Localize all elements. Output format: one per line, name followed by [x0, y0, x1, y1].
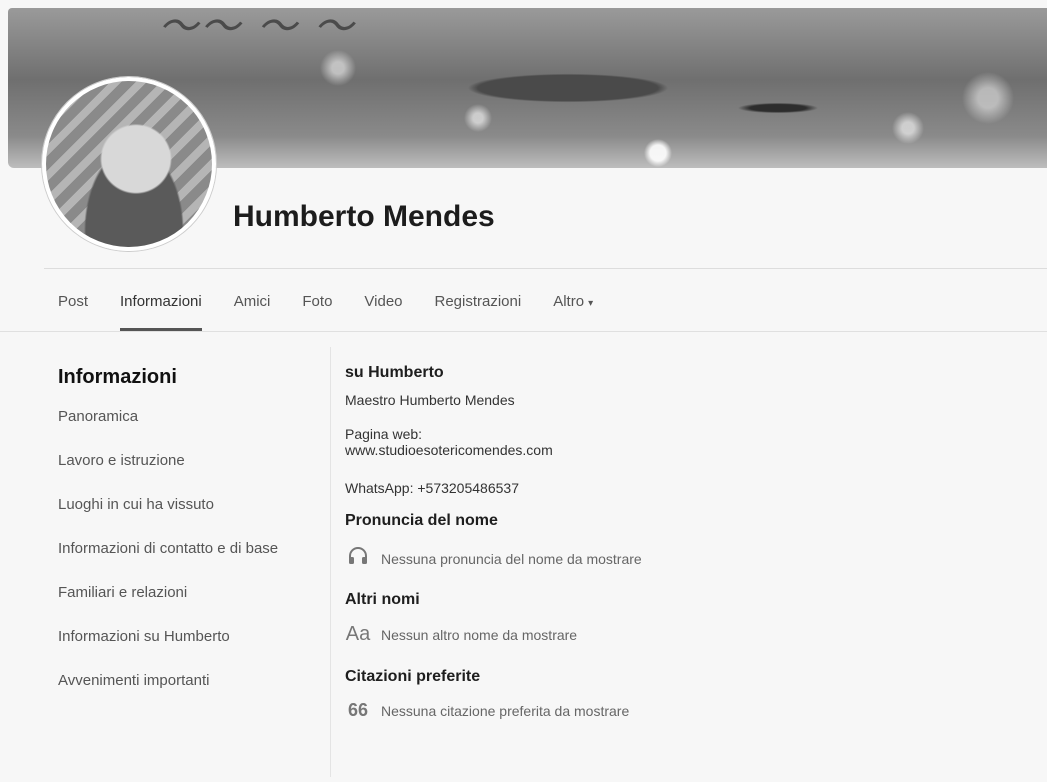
other-names-row: Aa Nessun altro nome da mostrare [345, 623, 1025, 646]
about-heading: su Humberto [345, 364, 444, 381]
pronunciation-empty: Nessuna pronuncia del nome da mostrare [381, 550, 642, 567]
quote-icon: 66 [347, 700, 369, 720]
pronunciation-heading: Pronuncia del nome [345, 512, 498, 529]
headphones-icon [345, 546, 371, 571]
chevron-down-icon: ▾ [588, 298, 594, 309]
divider [44, 268, 1047, 269]
tab-altro[interactable]: Altro ▾ [537, 283, 609, 331]
quotes-row: 66 Nessuna citazione preferita da mostra… [345, 700, 1025, 721]
quotes-heading: Citazioni preferite [345, 668, 481, 685]
sidebar-item-familiari[interactable]: Familiari e relazioni [44, 583, 329, 627]
avatar[interactable] [42, 77, 216, 251]
whatsapp-number: WhatsApp: +573205486537 [345, 480, 519, 496]
text-format-icon: Aa [345, 623, 371, 645]
quotes-empty: Nessuna citazione preferita da mostrare [381, 702, 630, 719]
about-content: su Humberto Maestro Humberto Mendes Pagi… [345, 364, 1025, 721]
tab-altro-label: Altro [553, 293, 585, 310]
sidebar-item-lavoro[interactable]: Lavoro e istruzione [44, 451, 329, 495]
sidebar-title: Informazioni [58, 366, 177, 388]
divider [330, 347, 331, 777]
divider [0, 331, 1047, 332]
pronunciation-row: Nessuna pronuncia del nome da mostrare [345, 546, 1025, 571]
sidebar-item-luoghi[interactable]: Luoghi in cui ha vissuto [44, 495, 329, 539]
bio-line: Maestro Humberto Mendes [345, 392, 515, 408]
tab-video[interactable]: Video [348, 283, 418, 331]
sidebar-item-contatto[interactable]: Informazioni di contatto e di base [44, 539, 329, 583]
tab-post[interactable]: Post [44, 283, 104, 331]
about-sidebar: Informazioni Panoramica Lavoro e istruzi… [44, 352, 329, 715]
tab-foto[interactable]: Foto [286, 283, 348, 331]
other-names-empty: Nessun altro nome da mostrare [381, 626, 578, 643]
tab-registrazioni[interactable]: Registrazioni [419, 283, 538, 331]
other-names-heading: Altri nomi [345, 591, 420, 608]
sidebar-item-avvenimenti[interactable]: Avvenimenti importanti [44, 671, 329, 715]
tab-informazioni[interactable]: Informazioni [104, 283, 218, 331]
tab-amici[interactable]: Amici [218, 283, 287, 331]
sidebar-item-informazioni-su[interactable]: Informazioni su Humberto [44, 627, 329, 671]
website-label: Pagina web: [345, 426, 423, 442]
website-link[interactable]: www.studioesotericomendes.com [345, 442, 1025, 458]
profile-tabs: Post Informazioni Amici Foto Video Regis… [44, 283, 609, 331]
cover-decoration: 〜〜 〜 〜 [158, 8, 356, 50]
profile-name: Humberto Mendes [233, 200, 495, 233]
sidebar-item-panoramica[interactable]: Panoramica [44, 407, 329, 451]
